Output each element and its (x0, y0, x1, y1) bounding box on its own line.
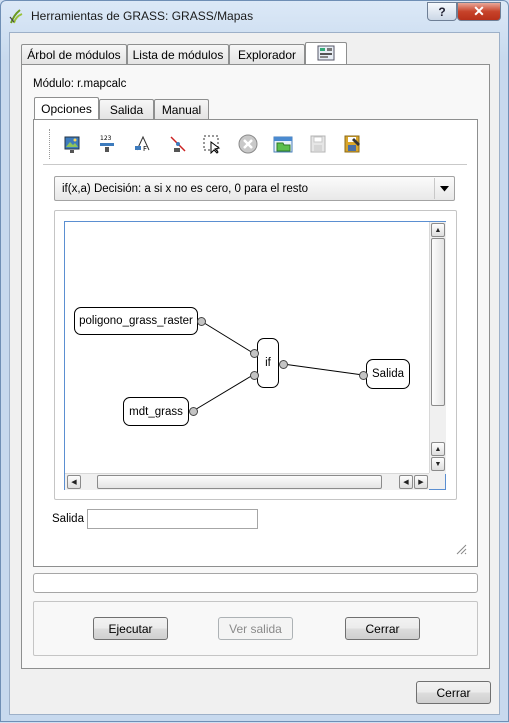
scroll-up-button[interactable]: ▲ (431, 223, 445, 237)
vertical-scroll-thumb[interactable] (431, 238, 445, 406)
output-port[interactable] (189, 407, 198, 416)
progress-bar (33, 573, 478, 593)
node-mdt-grass[interactable]: mdt_grass (123, 397, 189, 426)
scroll-up-button[interactable]: ▲ (431, 442, 445, 456)
input-port[interactable] (250, 349, 259, 358)
scroll-down-button[interactable]: ▼ (431, 457, 445, 471)
close-module-button[interactable]: Cerrar (345, 617, 420, 640)
output-port[interactable] (197, 317, 206, 326)
grass-tools-window: Herramientas de GRASS: GRASS/Mapas ? ✕ Á… (0, 0, 509, 722)
input-port[interactable] (250, 371, 259, 380)
node-salida[interactable]: Salida (366, 359, 410, 389)
scroll-right-button[interactable]: ▶ (414, 475, 428, 489)
resize-grip-icon[interactable] (455, 543, 467, 558)
node-poligono-grass-raster[interactable]: poligono_grass_raster (74, 307, 198, 335)
input-port[interactable] (359, 371, 368, 380)
view-output-button[interactable]: Ver salida (218, 617, 293, 640)
horizontal-scroll-thumb[interactable] (97, 475, 382, 489)
scroll-left-button[interactable]: ◀ (399, 475, 413, 489)
scroll-left-button[interactable]: ◀ (67, 475, 81, 489)
close-dialog-button[interactable]: Cerrar (416, 681, 491, 704)
output-label: Salida (52, 513, 84, 525)
horizontal-scrollbar[interactable]: ◀ ◀ ▶ (65, 473, 429, 490)
scroll-corner (429, 473, 445, 489)
run-button[interactable]: Ejecutar (93, 617, 168, 640)
node-if[interactable]: if (257, 338, 279, 388)
output-port[interactable] (279, 360, 288, 369)
output-name-input[interactable] (87, 509, 258, 529)
vertical-scrollbar[interactable]: ▲ ▲ ▼ (429, 222, 446, 474)
